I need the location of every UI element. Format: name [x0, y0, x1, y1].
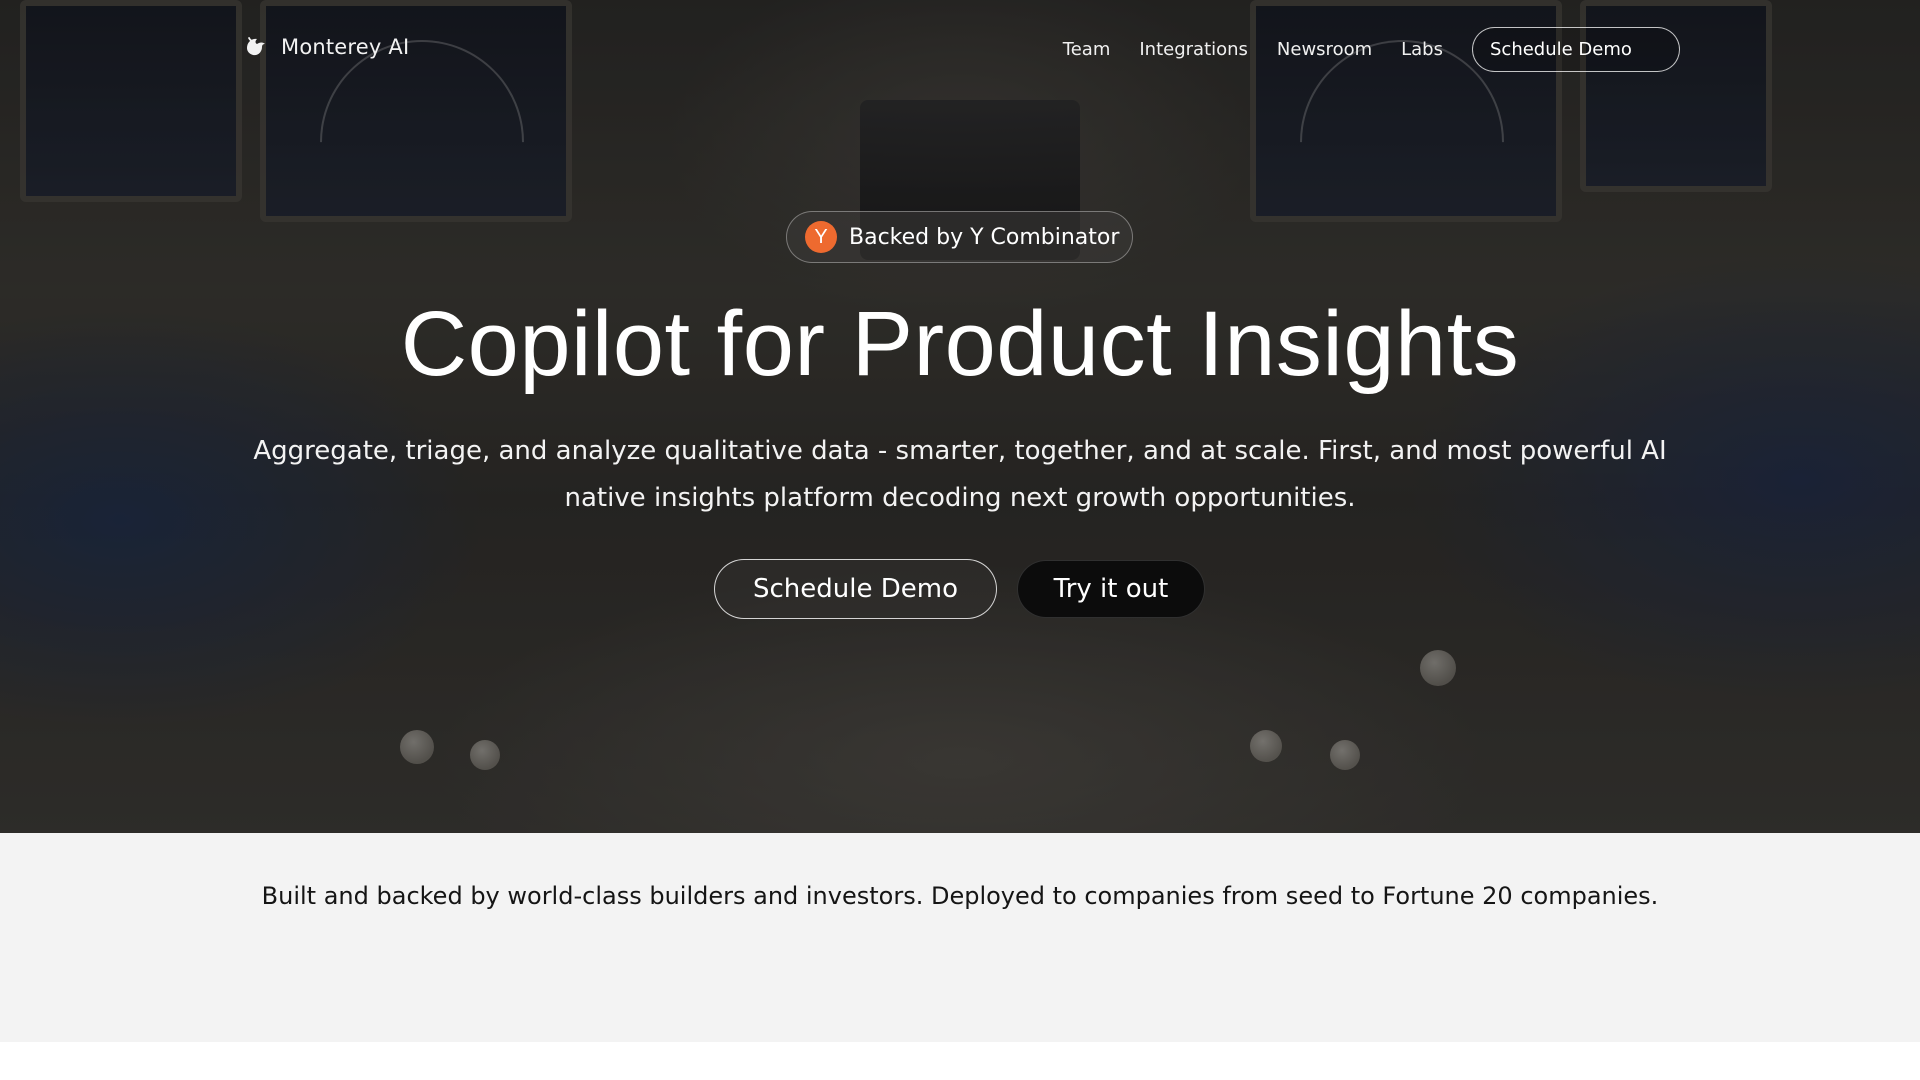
y-combinator-icon: Y: [805, 221, 837, 253]
hero-overlay: [0, 0, 1920, 833]
social-proof-section: [0, 833, 1920, 1042]
badge-text: Backed by Y Combinator: [849, 224, 1120, 250]
hero-subtitle: Aggregate, triage, and analyze qualitati…: [253, 436, 1667, 513]
nav-integrations[interactable]: Integrations: [1139, 39, 1248, 60]
social-proof-text: Built and backed by world-class builders…: [261, 882, 1659, 910]
try-it-out-button[interactable]: Try it out: [1017, 560, 1205, 618]
hero-section: Monterey AI Team Integrations Newsroom L…: [0, 0, 1920, 833]
schedule-demo-button[interactable]: Schedule Demo: [714, 559, 997, 619]
bird-logo-icon: [247, 37, 265, 56]
hero-title: Copilot for Product Insights: [400, 293, 1520, 395]
nav-newsroom[interactable]: Newsroom: [1277, 39, 1372, 60]
main-nav: Team Integrations Newsroom Labs Schedule…: [1063, 27, 1680, 72]
nav-schedule-demo-button[interactable]: Schedule Demo: [1472, 27, 1680, 72]
yc-badge[interactable]: Y Backed by Y Combinator: [786, 211, 1133, 263]
site-header: Monterey AI Team Integrations Newsroom L…: [0, 0, 1920, 104]
brand-name: Monterey AI: [281, 35, 410, 59]
brand[interactable]: Monterey AI: [243, 34, 409, 60]
nav-team[interactable]: Team: [1063, 39, 1111, 60]
nav-labs[interactable]: Labs: [1401, 39, 1443, 60]
